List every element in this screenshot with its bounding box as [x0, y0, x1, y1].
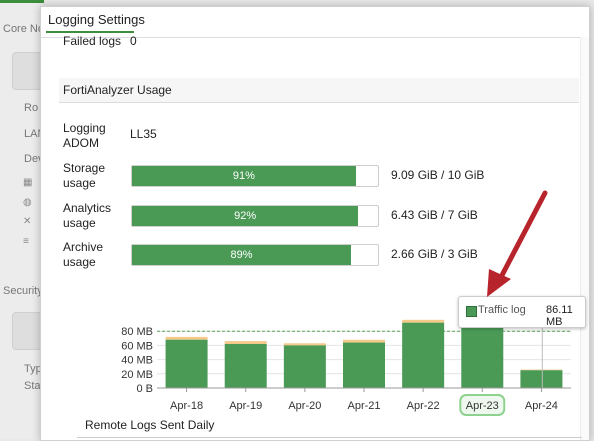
- grid-icon: ▦: [23, 177, 33, 188]
- archive-usage-fill: 89%: [132, 245, 351, 265]
- failed-logs-label: Failed logs: [63, 34, 122, 48]
- analytics-usage-amount: 6.43 GiB / 7 GiB: [391, 208, 478, 222]
- analytics-usage-fill: 92%: [132, 206, 359, 226]
- bar-other-segment: [165, 336, 208, 340]
- x-tick-label: Apr-20: [288, 400, 321, 412]
- background-item: Ro: [24, 102, 39, 114]
- storage-usage-fill: 91%: [132, 166, 356, 186]
- bar-traffic-segment: [402, 322, 445, 388]
- storage-usage-label: Storage usage: [63, 161, 106, 190]
- section-divider: [77, 437, 582, 438]
- traffic-log-swatch: [466, 306, 477, 317]
- archive-usage-amount: 2.66 GiB / 3 GiB: [391, 247, 478, 261]
- logging-settings-dialog: Logging Settings Failed logs 0 FortiAnal…: [40, 6, 590, 441]
- antenna-icon: ◍: [23, 197, 32, 208]
- remote-logs-title: Remote Logs Sent Daily: [85, 418, 215, 432]
- background-card: [12, 312, 42, 350]
- y-tick-label: 80 MB: [121, 326, 153, 338]
- bar-traffic-segment: [283, 345, 326, 388]
- bar-other-segment: [224, 341, 267, 344]
- section-header: FortiAnalyzer Usage: [59, 78, 579, 103]
- dialog-header: Logging Settings: [41, 7, 589, 38]
- archive-usage-percent: 89%: [230, 249, 253, 261]
- storage-usage-bar: 91%: [131, 165, 379, 187]
- analytics-usage-label: Analytics usage: [63, 201, 112, 230]
- analytics-usage-percent: 92%: [234, 210, 257, 222]
- dialog-title: Logging Settings: [48, 12, 145, 27]
- archive-usage-label: Archive usage: [63, 240, 104, 269]
- bar-other-segment: [520, 369, 563, 371]
- background-security-label: Security: [3, 285, 43, 297]
- storage-usage-percent: 91%: [232, 170, 255, 182]
- y-tick-label: 20 MB: [121, 369, 153, 381]
- background-card: [12, 52, 42, 90]
- background-item: Sta: [24, 380, 41, 392]
- tooltip-value: 86.11 MB: [546, 304, 573, 328]
- bar-traffic-segment: [165, 339, 208, 388]
- analytics-usage-bar: 92%: [131, 205, 379, 227]
- section-title: FortiAnalyzer Usage: [63, 83, 172, 97]
- shuffle-icon: ✕: [23, 216, 32, 227]
- title-underline: [46, 31, 134, 33]
- x-tick-label: Apr-24: [525, 400, 558, 412]
- filter-icon: ≡: [23, 236, 29, 247]
- archive-usage-bar: 89%: [131, 244, 379, 266]
- logging-adom-value: LL35: [130, 127, 157, 141]
- x-tick-label: Apr-19: [229, 400, 262, 412]
- bar-other-segment: [343, 339, 385, 343]
- y-tick-label: 40 MB: [121, 355, 153, 367]
- x-tick-label: Apr-22: [407, 400, 440, 412]
- bar-other-segment: [402, 319, 445, 323]
- tooltip-series-label: Traffic log: [478, 304, 526, 316]
- logging-adom-label: Logging ADOM: [63, 121, 106, 150]
- scrollbar[interactable]: [580, 37, 589, 440]
- annotation-arrow: [487, 190, 548, 297]
- x-tick-label: Apr-23: [466, 400, 499, 412]
- bar-other-segment: [283, 343, 326, 346]
- background-core-label: Core No: [3, 23, 44, 35]
- bar-traffic-segment: [224, 343, 267, 388]
- bar-traffic-segment: [343, 342, 385, 388]
- x-tick-label: Apr-18: [170, 400, 203, 412]
- x-tick-label: Apr-21: [347, 400, 380, 412]
- y-tick-label: 60 MB: [121, 340, 153, 352]
- bar-traffic-segment: [520, 370, 563, 388]
- storage-usage-amount: 9.09 GiB / 10 GiB: [391, 168, 485, 182]
- y-tick-label: 0 B: [136, 383, 153, 395]
- failed-logs-value: 0: [130, 34, 137, 48]
- bar-traffic-segment: [461, 326, 504, 388]
